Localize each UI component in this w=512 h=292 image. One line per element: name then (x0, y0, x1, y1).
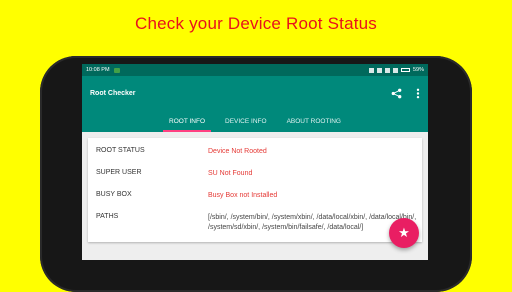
app-title: Root Checker (90, 89, 136, 97)
notification-icon (113, 67, 120, 73)
signal-icon (376, 67, 382, 73)
tab-bar: ROOT INFO DEVICE INFO ABOUT ROOTING (82, 110, 428, 132)
status-icons: 59% (368, 67, 424, 73)
share-icon[interactable] (391, 88, 402, 99)
row-value: SU Not Found (208, 170, 253, 177)
tab-about-rooting[interactable]: ABOUT ROOTING (277, 110, 351, 132)
tab-root-info[interactable]: ROOT INFO (159, 110, 215, 132)
page-headline: Check your Device Root Status (134, 14, 377, 33)
status-time: 10:08 PM (86, 67, 110, 73)
tab-content: ROOT STATUS Device Not Rooted SUPER USER… (82, 132, 428, 260)
row-label: ROOT STATUS (96, 147, 145, 154)
favorite-fab-button[interactable]: ★ (389, 218, 419, 248)
more-vert-icon[interactable] (416, 88, 420, 99)
status-bar: 10:08 PM 59% (82, 64, 428, 76)
bolt-icon (392, 67, 398, 73)
battery-level: 59% (412, 67, 424, 73)
phone-screen: 10:08 PM 59% Root Checker ROOT INFO DEVI… (82, 64, 428, 260)
star-icon: ★ (398, 225, 410, 240)
battery-icon (400, 68, 410, 72)
tab-device-info[interactable]: DEVICE INFO (215, 110, 277, 132)
root-info-card: ROOT STATUS Device Not Rooted SUPER USER… (88, 138, 422, 242)
signal-icon-2 (384, 67, 390, 73)
row-value: Busy Box not Installed (208, 192, 278, 199)
row-label: SUPER USER (96, 169, 142, 176)
row-label: PATHS (96, 213, 119, 220)
row-value: Device Not Rooted (208, 148, 267, 155)
app-bar: Root Checker (82, 76, 428, 110)
alarm-icon (368, 67, 374, 73)
row-label: BUSY BOX (96, 191, 132, 198)
app-bar-actions (391, 88, 420, 99)
